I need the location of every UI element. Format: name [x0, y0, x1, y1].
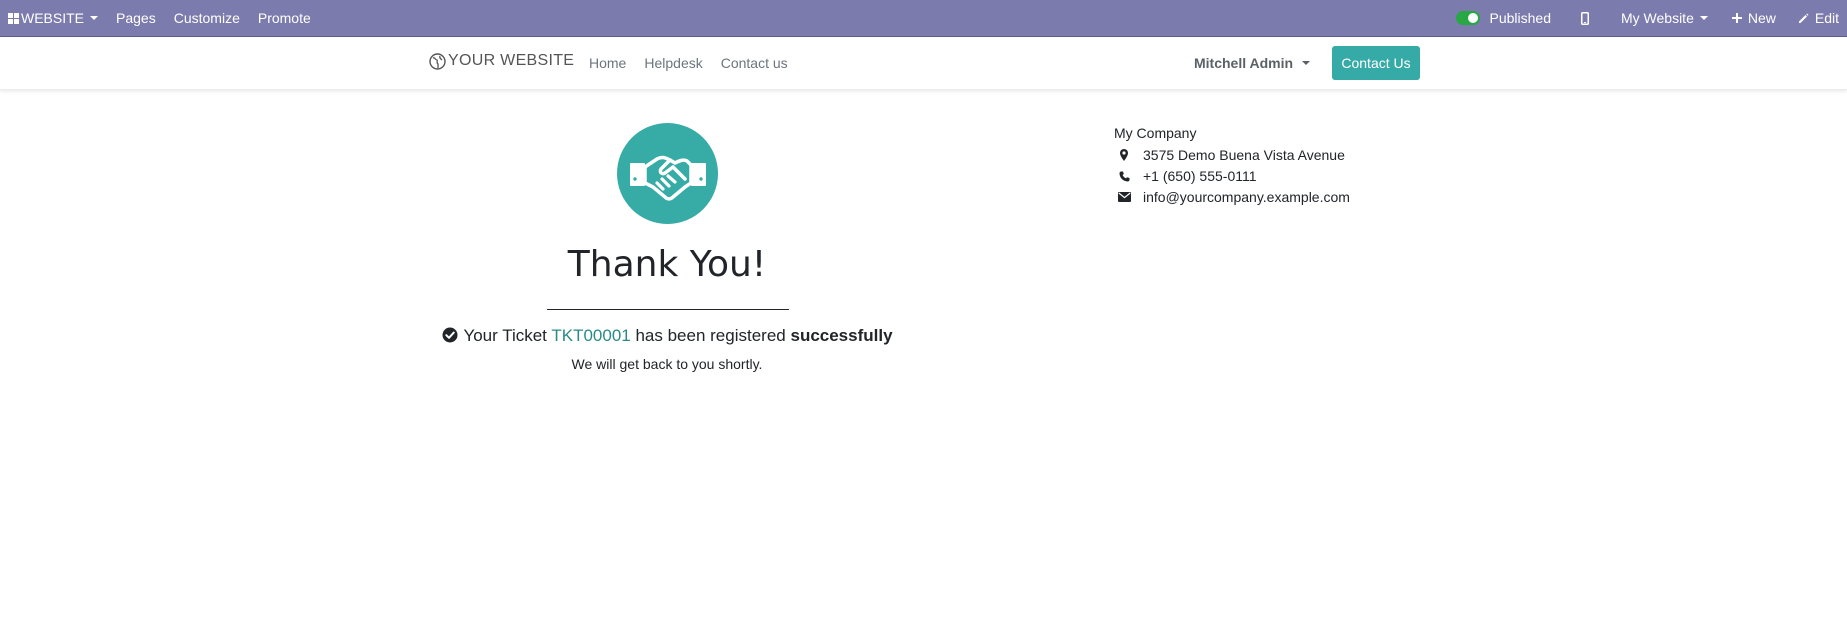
website-app-label: WEBSITE [21, 10, 85, 26]
apps-grid-icon [8, 12, 19, 24]
follow-up-message: We will get back to you shortly. [571, 356, 763, 372]
map-marker-icon [1114, 149, 1134, 161]
address-row: 3575 Demo Buena Vista Avenue [1114, 147, 1345, 163]
handshake-icon [617, 123, 718, 224]
ticket-confirmation: Your Ticket TKT00001 has been registered… [430, 326, 905, 348]
company-address: 3575 Demo Buena Vista Avenue [1143, 147, 1345, 163]
ticket-middle: has been registered [635, 326, 786, 345]
ticket-prefix: Your Ticket [463, 326, 547, 345]
check-circle-icon [442, 327, 458, 348]
pencil-icon [1798, 13, 1815, 24]
brand-name: YOUR WEBSITE [448, 52, 575, 69]
site-logo[interactable]: YOUR WEBSITE [429, 52, 574, 70]
mobile-preview-button[interactable] [1570, 11, 1606, 25]
website-switcher[interactable]: My Website [1610, 10, 1719, 26]
globe-icon [429, 52, 448, 70]
ticket-emphasis: successfully [790, 326, 893, 345]
admin-bar: WEBSITE Pages Customize Promote Publishe… [0, 0, 1847, 37]
admin-bar-right: Published My Website New Edit [1445, 0, 1847, 36]
nav-contact-us[interactable]: Contact us [721, 55, 788, 71]
website-switcher-label: My Website [1620, 10, 1694, 26]
mobile-preview-icon [1580, 11, 1595, 25]
chevron-down-icon [90, 16, 99, 20]
company-email: info@yourcompany.example.com [1143, 189, 1350, 205]
published-label: Published [1489, 10, 1551, 26]
menu-customize[interactable]: Customize [165, 10, 249, 26]
company-phone: +1 (650) 555-0111 [1143, 168, 1257, 184]
envelope-icon [1114, 192, 1134, 202]
edit-button[interactable]: Edit [1787, 10, 1847, 26]
divider [547, 309, 789, 310]
main-nav: Home Helpdesk Contact us [589, 55, 806, 71]
site-header: YOUR WEBSITE Home Helpdesk Contact us Mi… [0, 37, 1847, 90]
contact-us-button[interactable]: Contact Us [1332, 46, 1420, 80]
plus-icon [1731, 13, 1748, 23]
ticket-id-link[interactable]: TKT00001 [551, 326, 630, 345]
chevron-down-icon [1699, 16, 1708, 20]
chevron-down-icon [1302, 61, 1311, 65]
phone-icon [1114, 171, 1134, 182]
toggle-switch[interactable] [1456, 11, 1481, 25]
website-app-menu[interactable]: WEBSITE [8, 10, 107, 26]
published-toggle[interactable]: Published [1445, 10, 1562, 26]
user-menu[interactable]: Mitchell Admin [1194, 55, 1311, 71]
admin-bar-left: WEBSITE Pages Customize Promote [8, 0, 320, 36]
user-name: Mitchell Admin [1194, 55, 1294, 71]
nav-home[interactable]: Home [589, 55, 626, 71]
phone-row: +1 (650) 555-0111 [1114, 168, 1257, 184]
menu-promote[interactable]: Promote [249, 10, 320, 26]
nav-helpdesk[interactable]: Helpdesk [644, 55, 702, 71]
company-name: My Company [1114, 125, 1197, 141]
new-button[interactable]: New [1721, 10, 1787, 26]
edit-label: Edit [1814, 10, 1839, 26]
menu-pages[interactable]: Pages [107, 10, 165, 26]
email-row: info@yourcompany.example.com [1114, 189, 1350, 205]
page-title: Thank You! [567, 244, 767, 285]
new-label: New [1747, 10, 1776, 26]
